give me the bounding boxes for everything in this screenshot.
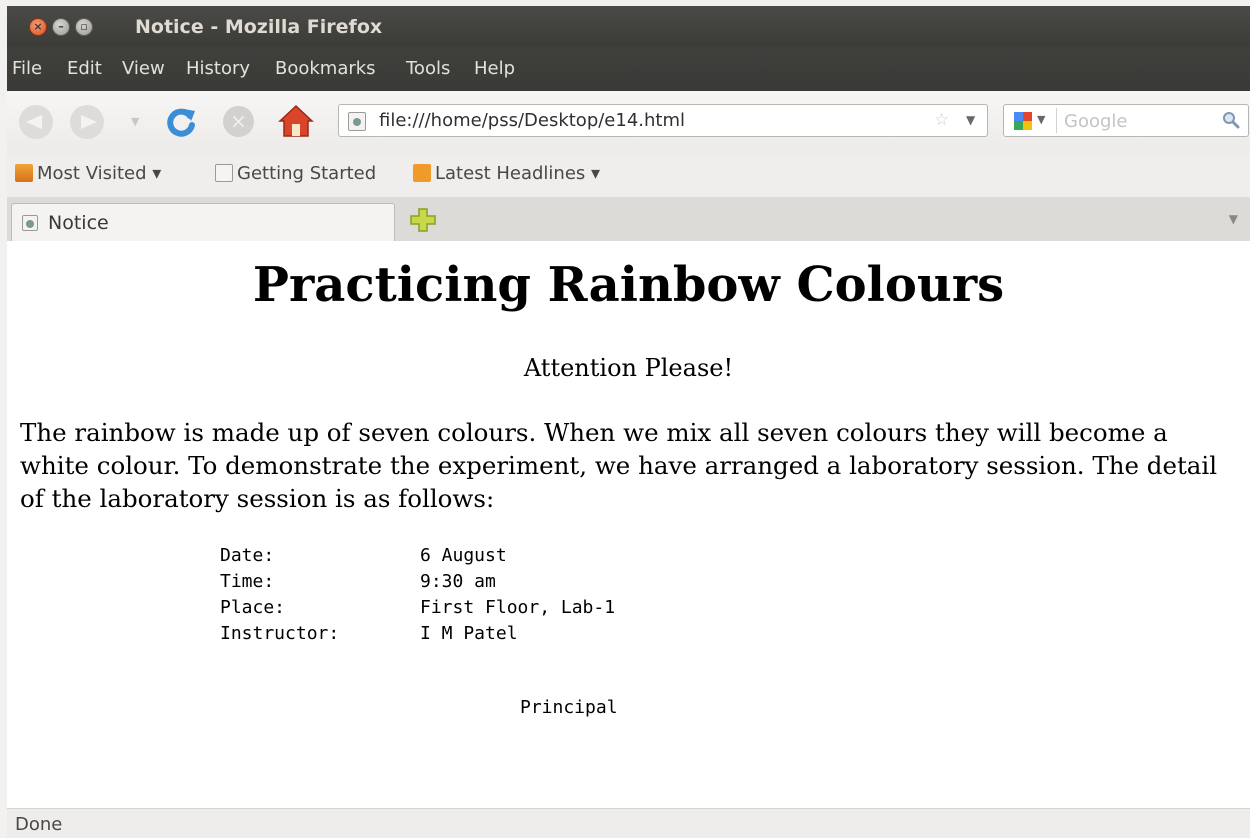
search-bar[interactable]: ▼ bbox=[1003, 104, 1249, 137]
history-dropdown-icon[interactable]: ▼ bbox=[131, 115, 139, 128]
detail-value: 9:30 am bbox=[420, 571, 496, 592]
menu-edit[interactable]: Edit bbox=[67, 58, 102, 79]
bookmark-star-icon[interactable]: ☆ bbox=[934, 110, 949, 130]
search-input[interactable] bbox=[1062, 109, 1216, 133]
search-engine-dropdown-icon[interactable]: ▼ bbox=[1037, 113, 1045, 126]
search-divider bbox=[1056, 108, 1057, 133]
maximize-window-button[interactable]: ▫ bbox=[75, 18, 93, 36]
page-icon bbox=[215, 164, 233, 182]
detail-value: 6 August bbox=[420, 545, 507, 566]
forward-icon[interactable] bbox=[70, 105, 104, 139]
bookmark-label: Latest Headlines ▾ bbox=[435, 163, 601, 184]
menu-help[interactable]: Help bbox=[474, 58, 515, 79]
window-title: Notice - Mozilla Firefox bbox=[135, 16, 383, 38]
bookmarks-toolbar: Most Visited ▾ Getting Started Latest He… bbox=[7, 153, 1250, 197]
status-text: Done bbox=[15, 814, 63, 835]
page-content: Practicing Rainbow Colours Attention Ple… bbox=[7, 241, 1250, 808]
tab-strip: Notice ▼ bbox=[7, 197, 1250, 242]
folder-icon bbox=[15, 164, 33, 182]
url-text[interactable]: file:///home/pss/Desktop/e14.html bbox=[379, 110, 685, 131]
page-heading: Practicing Rainbow Colours bbox=[252, 257, 1005, 313]
menu-tools[interactable]: Tools bbox=[406, 58, 450, 79]
bookmark-label: Most Visited ▾ bbox=[37, 163, 162, 184]
new-tab-icon[interactable] bbox=[410, 208, 436, 232]
back-icon[interactable] bbox=[19, 105, 53, 139]
menu-view[interactable]: View bbox=[122, 58, 165, 79]
menu-bar: File Edit View History Bookmarks Tools H… bbox=[7, 47, 1250, 91]
magnifier-icon[interactable] bbox=[1222, 111, 1240, 129]
attention-text: Attention Please! bbox=[523, 354, 734, 382]
minimize-window-button[interactable]: – bbox=[52, 18, 70, 36]
detail-label: Instructor: bbox=[220, 623, 340, 644]
reload-icon[interactable] bbox=[164, 105, 198, 139]
detail-label: Place: bbox=[220, 597, 286, 618]
detail-label: Date: bbox=[220, 545, 275, 566]
home-icon[interactable] bbox=[277, 103, 315, 139]
bookmark-latest-headlines[interactable]: Latest Headlines ▾ bbox=[413, 163, 600, 184]
navigation-toolbar: ▼ × file:///home/pss/Desktop/e14.html ☆ … bbox=[7, 91, 1250, 153]
bookmark-getting-started[interactable]: Getting Started bbox=[215, 163, 376, 184]
google-engine-icon[interactable] bbox=[1014, 112, 1032, 130]
detail-value: I M Patel bbox=[420, 623, 518, 644]
page-icon bbox=[22, 215, 38, 231]
url-dropdown-icon[interactable]: ▼ bbox=[966, 113, 975, 127]
tab-label: Notice bbox=[48, 212, 109, 234]
menu-bookmarks[interactable]: Bookmarks bbox=[275, 58, 376, 79]
detail-label: Time: bbox=[220, 571, 275, 592]
stop-icon[interactable]: × bbox=[223, 106, 254, 137]
body-paragraph: The rainbow is made up of seven colours.… bbox=[20, 418, 1218, 513]
title-bar: × – ▫ Notice - Mozilla Firefox bbox=[7, 6, 1250, 47]
tab-notice[interactable]: Notice bbox=[11, 203, 395, 242]
status-bar: Done bbox=[7, 808, 1250, 838]
menu-history[interactable]: History bbox=[186, 58, 250, 79]
tab-list-dropdown-icon[interactable]: ▼ bbox=[1229, 212, 1238, 226]
bookmark-label: Getting Started bbox=[237, 163, 377, 184]
bookmark-most-visited[interactable]: Most Visited ▾ bbox=[15, 163, 161, 184]
detail-value: First Floor, Lab-1 bbox=[420, 597, 616, 618]
rss-icon bbox=[413, 164, 431, 182]
close-window-button[interactable]: × bbox=[29, 18, 47, 36]
menu-file[interactable]: File bbox=[12, 58, 42, 79]
site-identity-icon[interactable] bbox=[348, 112, 366, 131]
signature-text: Principal bbox=[520, 697, 618, 718]
url-bar[interactable]: file:///home/pss/Desktop/e14.html ☆ ▼ bbox=[338, 104, 988, 137]
